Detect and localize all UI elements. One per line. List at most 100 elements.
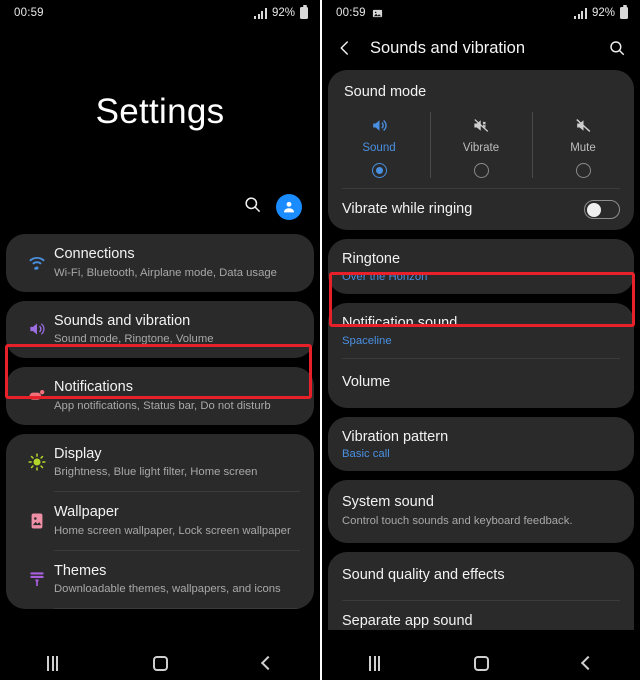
recents-icon[interactable] <box>47 655 59 671</box>
row-value: Over the Horizon <box>342 270 428 283</box>
sound-mode-label: Sound <box>362 142 396 154</box>
sound-mode-radio-sound[interactable] <box>371 163 387 178</box>
wifi-icon <box>20 253 54 273</box>
settings-scroll-area[interactable]: Sound mode Sound Vibrate Mute Vibrate wh… <box>322 70 640 680</box>
row-subtitle: Downloadable themes, wallpapers, and ico… <box>54 583 281 596</box>
search-icon[interactable] <box>243 195 262 219</box>
dual-screenshot: 00:59 92% Settings Connections Wi-Fi, Bl… <box>0 0 640 680</box>
list-item-ringtone[interactable]: Ringtone Over the Horizon <box>328 239 634 294</box>
row-title: Vibrate while ringing <box>342 201 473 218</box>
speaker-mute-icon <box>574 114 593 136</box>
row-text: Connections Wi-Fi, Bluetooth, Airplane m… <box>54 245 300 281</box>
back-chevron-icon[interactable] <box>336 39 362 57</box>
header-actions <box>0 194 320 220</box>
sounds-and-vibration-screen: 00:59 92% Sounds and vibration Sound mod… <box>320 0 640 680</box>
row-value: Basic call <box>342 448 390 461</box>
ringtone-card: Ringtone Over the Horizon <box>328 239 634 294</box>
sound-mode-card: Sound mode Sound Vibrate Mute Vibrate wh… <box>328 70 634 230</box>
list-item-separate-app-sound[interactable]: Separate app sound <box>328 601 634 630</box>
sound-mode-radio-vibrate[interactable] <box>473 163 489 178</box>
row-text: Volume <box>342 373 620 392</box>
row-text: Wallpaper Home screen wallpaper, Lock sc… <box>54 503 300 539</box>
sidebar-item-sounds-and-vibration[interactable]: Sounds and vibration Sound mode, Rington… <box>6 301 314 359</box>
image-icon <box>372 8 383 19</box>
list-item-notification-sound[interactable]: Notification sound Spaceline <box>328 303 634 358</box>
sidebar-item-connections[interactable]: Connections Wi-Fi, Bluetooth, Airplane m… <box>6 234 314 292</box>
row-subtitle: App notifications, Status bar, Do not di… <box>54 399 271 412</box>
status-right: 92% <box>574 5 628 19</box>
notification-volume-card: Notification sound Spaceline Volume <box>328 302 634 408</box>
battery-percent: 92% <box>271 7 295 19</box>
list-item-vibration-pattern[interactable]: Vibration pattern Basic call <box>328 417 634 472</box>
list-item-sound-quality-and-effects[interactable]: Sound quality and effects <box>328 552 634 600</box>
settings-group-sounds: Sounds and vibration Sound mode, Rington… <box>6 300 314 359</box>
row-text: Vibrate while ringing <box>342 200 584 219</box>
row-text: System sound Control touch sounds and ke… <box>342 493 620 529</box>
row-title: Sound quality and effects <box>342 566 505 583</box>
settings-group-connections: Connections Wi-Fi, Bluetooth, Airplane m… <box>6 234 314 292</box>
row-title: Ringtone <box>342 251 401 267</box>
notification-icon <box>20 386 54 406</box>
sound-mode-options: Sound Vibrate Mute <box>328 108 634 188</box>
system-sound-card: System sound Control touch sounds and ke… <box>328 480 634 543</box>
sidebar-item-display[interactable]: Display Brightness, Blue light filter, H… <box>6 434 314 492</box>
status-right: 92% <box>254 5 308 19</box>
sound-mode-option-sound[interactable]: Sound <box>328 108 430 188</box>
row-title: Themes <box>54 562 107 579</box>
row-title: Separate app sound <box>342 612 473 629</box>
row-divider <box>54 608 300 610</box>
row-text: Sound quality and effects <box>342 566 620 585</box>
list-item-system-sound[interactable]: System sound Control touch sounds and ke… <box>328 480 634 543</box>
settings-group-notifications: Notifications App notifications, Status … <box>6 367 314 425</box>
row-text: Themes Downloadable themes, wallpapers, … <box>54 562 300 598</box>
sound-mode-option-vibrate[interactable]: Vibrate <box>430 108 532 188</box>
sound-mode-header: Sound mode <box>344 84 427 100</box>
settings-home-screen: 00:59 92% Settings Connections Wi-Fi, Bl… <box>0 0 320 680</box>
back-icon[interactable] <box>260 655 275 671</box>
sound-mode-radio-mute[interactable] <box>575 163 591 178</box>
navigation-bar <box>322 646 640 680</box>
wallpaper-icon <box>20 511 54 531</box>
app-bar: Sounds and vibration <box>322 26 640 70</box>
row-text: Vibration pattern Basic call <box>342 428 620 461</box>
vibrate-while-ringing-toggle[interactable] <box>584 200 620 219</box>
sound-mode-option-mute[interactable]: Mute <box>532 108 634 188</box>
home-icon[interactable] <box>152 655 168 671</box>
row-subtitle: Brightness, Blue light filter, Home scre… <box>54 466 258 479</box>
row-text: Notification sound Spaceline <box>342 314 620 347</box>
recents-icon[interactable] <box>369 655 380 671</box>
row-subtitle: Control touch sounds and keyboard feedba… <box>342 515 573 528</box>
toggle-knob <box>587 202 601 217</box>
vibrate-while-ringing-row[interactable]: Vibrate while ringing <box>328 189 634 230</box>
vibrate-icon <box>472 114 491 136</box>
row-text: Sounds and vibration Sound mode, Rington… <box>54 312 300 348</box>
sidebar-item-wallpaper[interactable]: Wallpaper Home screen wallpaper, Lock sc… <box>6 492 314 550</box>
sound-quality-card: Sound quality and effects Separate app s… <box>328 551 634 630</box>
settings-list: Connections Wi-Fi, Bluetooth, Airplane m… <box>0 234 320 610</box>
app-bar-title: Sounds and vibration <box>370 38 526 57</box>
row-subtitle: Wi-Fi, Bluetooth, Airplane mode, Data us… <box>54 266 277 279</box>
row-title: Sounds and vibration <box>54 312 191 329</box>
row-title: Connections <box>54 246 135 262</box>
sidebar-item-notifications[interactable]: Notifications App notifications, Status … <box>6 367 314 425</box>
settings-group-display: Display Brightness, Blue light filter, H… <box>6 433 314 610</box>
battery-icon <box>620 5 628 19</box>
list-item-volume[interactable]: Volume <box>328 359 634 408</box>
themes-icon <box>20 569 54 589</box>
row-subtitle: Home screen wallpaper, Lock screen wallp… <box>54 524 291 537</box>
row-text: Display Brightness, Blue light filter, H… <box>54 445 300 481</box>
page-title: Settings <box>95 92 225 131</box>
account-avatar-icon[interactable] <box>276 194 302 220</box>
signal-bars-icon <box>254 7 267 19</box>
row-title: System sound <box>342 494 434 511</box>
navigation-bar <box>0 646 320 680</box>
row-value: Spaceline <box>342 334 392 347</box>
sidebar-item-themes[interactable]: Themes Downloadable themes, wallpapers, … <box>6 551 314 609</box>
search-icon[interactable] <box>608 39 626 57</box>
home-icon[interactable] <box>474 655 489 671</box>
signal-bars-icon <box>574 7 587 19</box>
status-time: 00:59 <box>14 7 44 19</box>
row-title: Volume <box>342 373 391 390</box>
back-icon[interactable] <box>580 655 596 671</box>
speaker-on-icon <box>370 114 389 136</box>
